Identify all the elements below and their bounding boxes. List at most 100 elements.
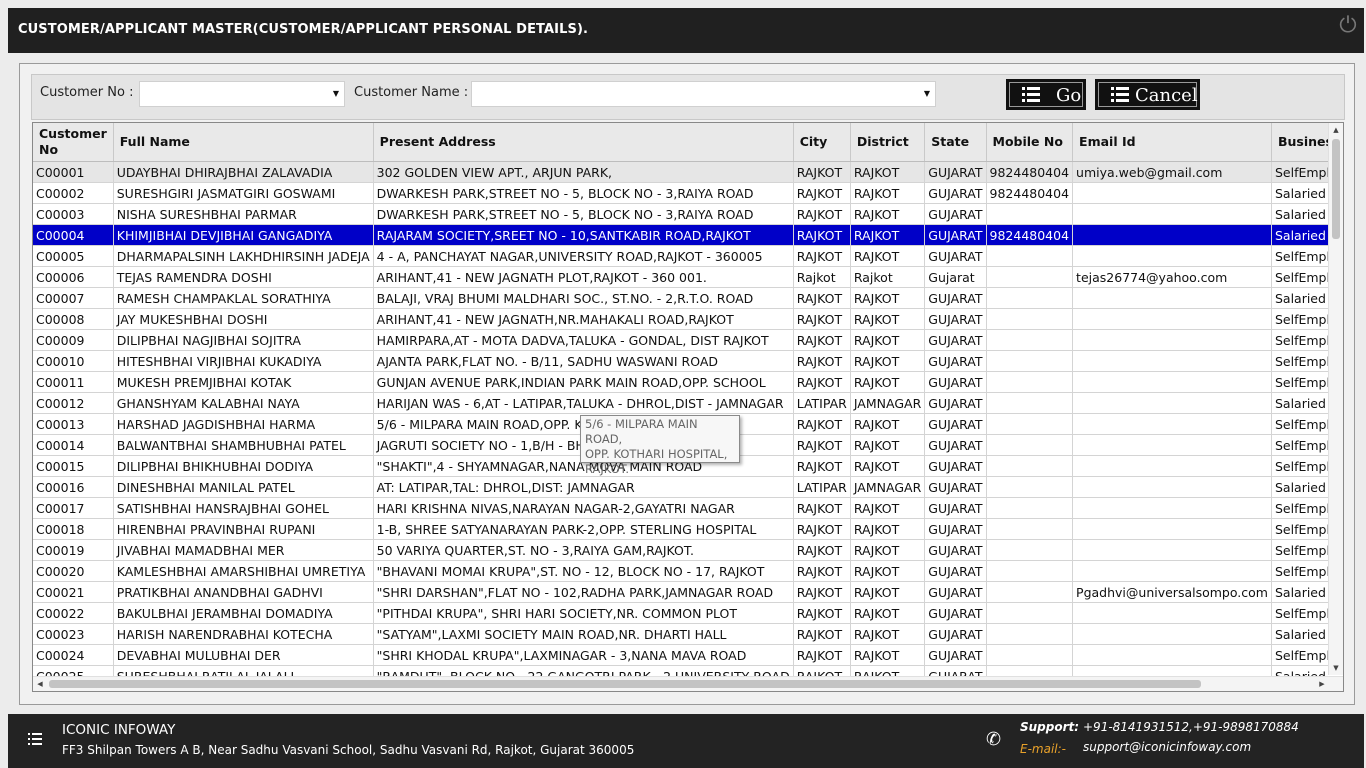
table-cell[interactable]	[986, 413, 1074, 435]
table-cell[interactable]	[1072, 644, 1272, 666]
table-row[interactable]: C00001 UDAYBHAI DHIRAJBHAI ZALAVADIA 302 G…	[33, 161, 1343, 183]
table-row[interactable]: C00016 DINESHBHAI MANILAL PATEL AT: LATIPA…	[33, 476, 1343, 498]
table-cell[interactable]: RAJKOT	[850, 308, 926, 330]
table-cell[interactable]: GUJARAT	[924, 455, 987, 477]
table-cell[interactable]: GHANSHYAM KALABHAI NAYA	[113, 392, 374, 414]
table-cell[interactable]: RAJKOT	[793, 539, 851, 561]
table-cell[interactable]: HARI KRISHNA NIVAS,NARAYAN NAGAR-2,GAYAT…	[373, 497, 794, 519]
table-cell[interactable]: 9824480404	[986, 182, 1074, 204]
table-cell[interactable]	[1072, 329, 1272, 351]
column-header[interactable]: Present Address	[373, 123, 794, 162]
vertical-scroll-thumb[interactable]	[1332, 139, 1340, 239]
table-cell[interactable]: tejas26774@yahoo.com	[1072, 266, 1272, 288]
table-cell[interactable]	[986, 392, 1074, 414]
table-cell[interactable]: GUNJAN AVENUE PARK,INDIAN PARK MAIN ROAD…	[373, 371, 794, 393]
table-cell[interactable]: 1-B, SHREE SATYANARAYAN PARK-2,OPP. STER…	[373, 518, 794, 540]
table-cell[interactable]: DINESHBHAI MANILAL PATEL	[113, 476, 374, 498]
table-cell[interactable]: RAJKOT	[793, 329, 851, 351]
table-cell[interactable]: C00023	[33, 623, 114, 645]
vertical-scrollbar[interactable]: ▲ ▼	[1328, 123, 1343, 675]
table-cell[interactable]: RAJKOT	[850, 161, 926, 183]
table-cell[interactable]	[1072, 287, 1272, 309]
table-row[interactable]: C00023 HARISH NARENDRABHAI KOTECHA "SATYAM…	[33, 623, 1343, 645]
table-row[interactable]: C00010 HITESHBHAI VIRJIBHAI KUKADIYA AJANT…	[33, 350, 1343, 372]
column-header[interactable]: State	[924, 123, 987, 162]
table-cell[interactable]	[1072, 245, 1272, 267]
customer-no-dropdown[interactable]: ▼	[139, 81, 345, 107]
table-cell[interactable]: umiya.web@gmail.com	[1072, 161, 1272, 183]
table-cell[interactable]: C00019	[33, 539, 114, 561]
table-cell[interactable]: Pgadhvi@universalsompo.com	[1072, 581, 1272, 603]
table-cell[interactable]	[1072, 476, 1272, 498]
table-cell[interactable]	[1072, 371, 1272, 393]
column-header[interactable]: City	[793, 123, 851, 162]
support-email[interactable]: support@iconicinfoway.com	[1083, 740, 1251, 754]
table-cell[interactable]: RAJKOT	[850, 539, 926, 561]
table-cell[interactable]: DILIPBHAI NAGJIBHAI SOJITRA	[113, 329, 374, 351]
table-cell[interactable]: RAJKOT	[850, 623, 926, 645]
table-cell[interactable]	[1072, 224, 1272, 246]
power-icon[interactable]: ⏻	[1336, 14, 1360, 38]
column-header[interactable]: Email Id	[1072, 123, 1272, 162]
table-cell[interactable]: GUJARAT	[924, 602, 987, 624]
table-cell[interactable]: C00003	[33, 203, 114, 225]
table-cell[interactable]: RAJKOT	[793, 308, 851, 330]
table-cell[interactable]: RAJKOT	[793, 497, 851, 519]
table-cell[interactable]: GUJARAT	[924, 476, 987, 498]
table-cell[interactable]: GUJARAT	[924, 245, 987, 267]
table-row[interactable]: C00007 RAMESH CHAMPAKLAL SORATHIYA BALAJI,…	[33, 287, 1343, 309]
table-cell[interactable]: JAY MUKESHBHAI DOSHI	[113, 308, 374, 330]
table-cell[interactable]: RAJKOT	[850, 434, 926, 456]
table-cell[interactable]: RAJKOT	[793, 455, 851, 477]
table-cell[interactable]: "SHRI KHODAL KRUPA",LAXMINAGAR - 3,NANA …	[373, 644, 794, 666]
table-cell[interactable]	[986, 434, 1074, 456]
table-cell[interactable]: BAKULBHAI JERAMBHAI DOMADIYA	[113, 602, 374, 624]
customer-name-dropdown[interactable]: ▼	[471, 81, 936, 107]
table-cell[interactable]: C00021	[33, 581, 114, 603]
table-cell[interactable]: NISHA SURESHBHAI PARMAR	[113, 203, 374, 225]
table-row[interactable]: C00020 KAMLESHBHAI AMARSHIBHAI UMRETIYA "B…	[33, 560, 1343, 582]
table-cell[interactable]: C00016	[33, 476, 114, 498]
table-cell[interactable]	[1072, 602, 1272, 624]
table-cell[interactable]	[986, 287, 1074, 309]
table-cell[interactable]: GUJARAT	[924, 539, 987, 561]
table-cell[interactable]	[986, 476, 1074, 498]
table-cell[interactable]: HIRENBHAI PRAVINBHAI RUPANI	[113, 518, 374, 540]
table-cell[interactable]	[986, 329, 1074, 351]
table-cell[interactable]: C00007	[33, 287, 114, 309]
table-cell[interactable]: RAJKOT	[793, 287, 851, 309]
table-cell[interactable]	[1072, 182, 1272, 204]
table-cell[interactable]: GUJARAT	[924, 308, 987, 330]
table-cell[interactable]	[1072, 539, 1272, 561]
table-row[interactable]: C00004 KHIMJIBHAI DEVJIBHAI GANGADIYA RAJA…	[33, 224, 1343, 246]
table-cell[interactable]: C00013	[33, 413, 114, 435]
table-cell[interactable]: GUJARAT	[924, 371, 987, 393]
table-cell[interactable]: LATIPAR	[793, 392, 851, 414]
table-cell[interactable]: KHIMJIBHAI DEVJIBHAI GANGADIYA	[113, 224, 374, 246]
table-cell[interactable]	[986, 623, 1074, 645]
table-cell[interactable]: C00022	[33, 602, 114, 624]
table-cell[interactable]	[986, 497, 1074, 519]
table-cell[interactable]: 9824480404	[986, 224, 1074, 246]
table-cell[interactable]	[1072, 350, 1272, 372]
table-cell[interactable]	[1072, 413, 1272, 435]
table-cell[interactable]: "PITHDAI KRUPA", SHRI HARI SOCIETY,NR. C…	[373, 602, 794, 624]
table-cell[interactable]: PRATIKBHAI ANANDBHAI GADHVI	[113, 581, 374, 603]
table-row[interactable]: C00018 HIRENBHAI PRAVINBHAI RUPANI 1-B, SH…	[33, 518, 1343, 540]
table-cell[interactable]: RAJKOT	[793, 434, 851, 456]
table-cell[interactable]: DILIPBHAI BHIKHUBHAI DODIYA	[113, 455, 374, 477]
table-row[interactable]: C00003 NISHA SURESHBHAI PARMAR DWARKESH PA…	[33, 203, 1343, 225]
table-cell[interactable]: C00002	[33, 182, 114, 204]
table-cell[interactable]: GUJARAT	[924, 329, 987, 351]
table-row[interactable]: C00021 PRATIKBHAI ANANDBHAI GADHVI "SHRI D…	[33, 581, 1343, 603]
column-header[interactable]: Full Name	[113, 123, 374, 162]
table-cell[interactable]	[1072, 203, 1272, 225]
table-cell[interactable]: RAJKOT	[850, 224, 926, 246]
table-cell[interactable]: RAJKOT	[793, 413, 851, 435]
table-cell[interactable]: LATIPAR	[793, 476, 851, 498]
table-cell[interactable]: SATISHBHAI HANSRAJBHAI GOHEL	[113, 497, 374, 519]
table-cell[interactable]: JAMNAGAR	[850, 476, 926, 498]
table-row[interactable]: C00009 DILIPBHAI NAGJIBHAI SOJITRA HAMIRPA…	[33, 329, 1343, 351]
table-cell[interactable]: RAJKOT	[793, 560, 851, 582]
table-cell[interactable]: GUJARAT	[924, 434, 987, 456]
